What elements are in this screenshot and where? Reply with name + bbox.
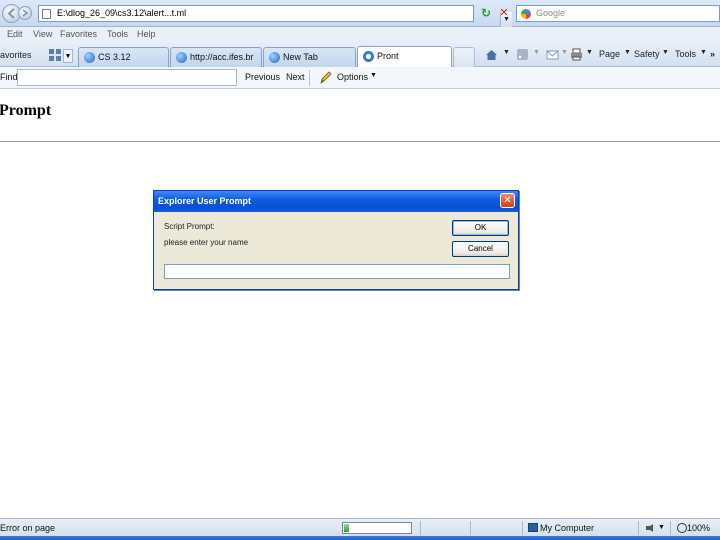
safety-menu[interactable]: Safety bbox=[634, 49, 660, 63]
progress-fill bbox=[344, 524, 349, 532]
tab-bar: avorites ▼ CS 3.12 http://acc.ifes.br Ne… bbox=[0, 43, 720, 67]
favorites-label[interactable]: avorites bbox=[0, 50, 32, 60]
status-separator bbox=[522, 521, 523, 535]
dialog-title-bar[interactable]: Explorer User Prompt ✕ bbox=[154, 191, 518, 212]
search-box[interactable] bbox=[516, 5, 720, 22]
url-text[interactable]: E:\dlog_26_09\cs3.12\alert...t.ml bbox=[57, 8, 186, 18]
taskbar-strip bbox=[0, 536, 720, 540]
close-icon[interactable]: ✕ bbox=[500, 193, 515, 208]
cancel-button[interactable]: Cancel bbox=[452, 241, 509, 257]
safety-menu-arrow[interactable]: ▼ bbox=[662, 49, 669, 63]
tab-label: CS 3.12 bbox=[98, 52, 131, 62]
zoom-level[interactable]: 100% bbox=[687, 523, 710, 533]
page-menu-arrow[interactable]: ▼ bbox=[624, 49, 631, 63]
address-bar: E:\dlog_26_09\cs3.12\alert...t.ml ▼ ↻ ✕ bbox=[0, 0, 720, 27]
status-separator bbox=[638, 521, 639, 535]
search-input[interactable] bbox=[536, 8, 716, 18]
back-arrow-icon bbox=[7, 8, 15, 19]
tab-prompt[interactable]: Pront bbox=[357, 46, 452, 67]
dialog-title: Explorer User Prompt bbox=[158, 196, 252, 206]
find-previous-button[interactable]: Previous bbox=[245, 72, 280, 82]
ok-button[interactable]: OK bbox=[452, 220, 509, 236]
feeds-icon[interactable] bbox=[516, 48, 529, 61]
refresh-icon[interactable]: ↻ bbox=[478, 5, 494, 22]
menu-bar: Edit View Favorites Tools Help bbox=[0, 27, 720, 43]
stop-icon[interactable]: ✕ bbox=[496, 5, 512, 22]
computer-zone-icon bbox=[528, 523, 538, 532]
loading-progress-bar bbox=[342, 522, 412, 534]
mail-icon[interactable] bbox=[546, 48, 559, 61]
page-menu[interactable]: Page bbox=[599, 49, 620, 63]
zoom-magnifier-icon[interactable] bbox=[677, 523, 687, 533]
toolbar-overflow-chevron-icon[interactable]: » bbox=[710, 49, 715, 63]
menu-edit[interactable]: Edit bbox=[7, 29, 23, 39]
status-separator bbox=[470, 521, 471, 535]
forward-button[interactable] bbox=[18, 6, 32, 20]
find-options-dropdown[interactable]: ▼ bbox=[370, 72, 377, 79]
home-icon[interactable] bbox=[485, 48, 498, 61]
tab-cs[interactable]: CS 3.12 bbox=[78, 47, 169, 67]
ie-page-icon bbox=[269, 52, 280, 63]
tab-acc[interactable]: http://acc.ifes.br bbox=[170, 47, 262, 67]
prompt-dialog: Explorer User Prompt ✕ Script Prompt: pl… bbox=[153, 190, 519, 290]
ie-page-icon bbox=[176, 52, 187, 63]
horizontal-rule bbox=[0, 141, 720, 142]
prompt-message: please enter your name bbox=[164, 238, 249, 247]
find-next-button[interactable]: Next bbox=[286, 72, 305, 82]
highlight-pencil-icon[interactable] bbox=[318, 70, 332, 85]
forward-arrow-icon bbox=[22, 9, 29, 17]
menu-tools[interactable]: Tools bbox=[107, 29, 128, 39]
status-separator bbox=[670, 521, 671, 535]
tab-label: New Tab bbox=[283, 52, 318, 62]
print-dropdown[interactable]: ▼ bbox=[586, 49, 593, 63]
home-dropdown[interactable]: ▼ bbox=[503, 49, 510, 63]
script-prompt-label: Script Prompt: bbox=[164, 222, 215, 231]
tab-label: http://acc.ifes.br bbox=[190, 52, 254, 62]
tab-label: Pront bbox=[377, 51, 399, 61]
prompt-input[interactable] bbox=[164, 264, 510, 279]
new-tab-button[interactable] bbox=[453, 47, 475, 67]
url-field[interactable]: E:\dlog_26_09\cs3.12\alert...t.ml ▼ bbox=[38, 5, 512, 27]
find-separator bbox=[309, 70, 310, 86]
print-icon[interactable] bbox=[570, 48, 583, 61]
status-bar: Error on page My Computer ▼ 100% bbox=[0, 518, 720, 536]
page-title: Prompt bbox=[0, 102, 52, 119]
tools-menu-arrow[interactable]: ▼ bbox=[700, 49, 707, 63]
protected-mode-dropdown[interactable]: ▼ bbox=[658, 524, 665, 531]
page-content: Prompt bbox=[0, 90, 720, 518]
menu-help[interactable]: Help bbox=[137, 29, 156, 39]
ie-page-icon bbox=[84, 52, 95, 63]
security-zone[interactable]: My Computer bbox=[540, 523, 594, 533]
find-bar: Find: Previous Next Options ▼ bbox=[0, 67, 720, 89]
find-options-button[interactable]: Options bbox=[337, 72, 368, 82]
mail-dropdown[interactable]: ▼ bbox=[561, 49, 568, 63]
status-separator bbox=[420, 521, 421, 535]
tab-new[interactable]: New Tab bbox=[263, 47, 356, 67]
tools-menu[interactable]: Tools bbox=[675, 49, 696, 63]
find-input[interactable] bbox=[17, 69, 237, 86]
quick-tabs-icon[interactable] bbox=[48, 48, 62, 62]
page-icon bbox=[42, 9, 51, 19]
google-icon bbox=[521, 9, 531, 19]
feeds-dropdown[interactable]: ▼ bbox=[533, 49, 540, 63]
status-text[interactable]: Error on page bbox=[0, 523, 55, 533]
protected-mode-icon[interactable] bbox=[645, 523, 656, 533]
menu-favorites[interactable]: Favorites bbox=[60, 29, 97, 39]
loading-icon bbox=[363, 51, 374, 62]
tab-list-dropdown[interactable]: ▼ bbox=[63, 49, 73, 63]
menu-view[interactable]: View bbox=[33, 29, 52, 39]
